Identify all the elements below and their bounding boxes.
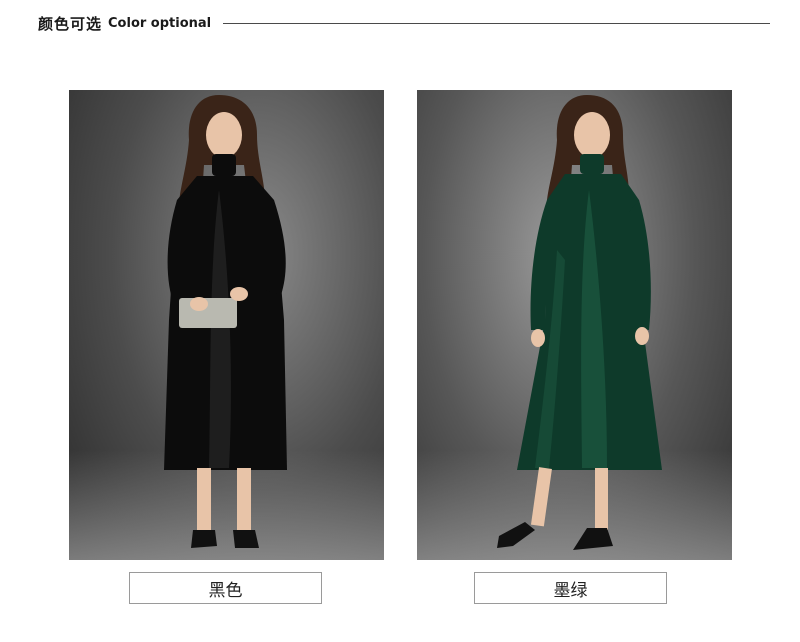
product-photo-black[interactable]: [69, 90, 384, 560]
color-option-green[interactable]: 墨绿: [474, 572, 667, 604]
color-option-label: 黑色: [208, 580, 243, 601]
model-figure-green: [497, 95, 662, 550]
color-option-black[interactable]: 黑色: [129, 572, 322, 604]
section-title-cn: 颜色可选: [38, 14, 103, 33]
product-photo-green[interactable]: [417, 90, 732, 560]
section-header: 颜色可选 Color optional: [38, 10, 770, 36]
model-figure-black: [164, 95, 287, 548]
header-divider: [223, 22, 770, 24]
color-option-label: 墨绿: [553, 580, 588, 601]
section-title-en: Color optional: [108, 15, 212, 31]
